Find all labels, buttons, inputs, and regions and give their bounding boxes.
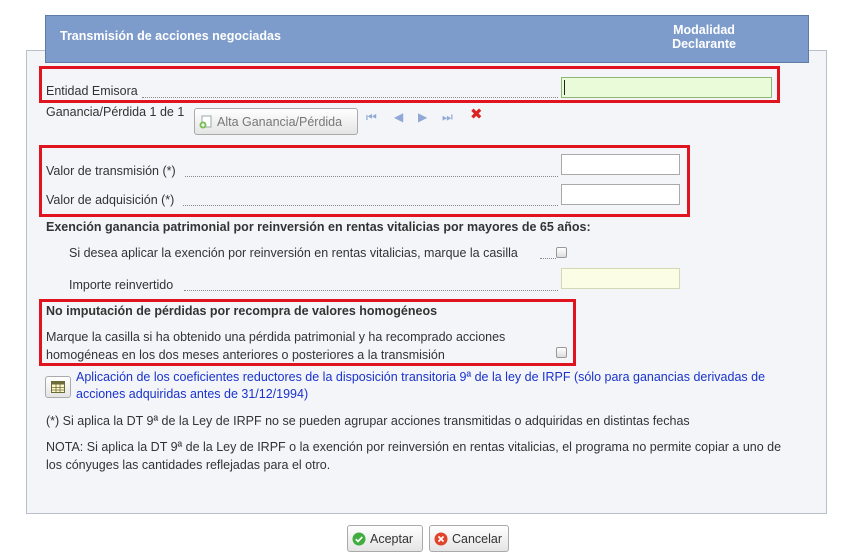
check-icon xyxy=(352,532,366,546)
exencion-checkbox[interactable] xyxy=(556,247,567,258)
coeficientes-link-2[interactable]: acciones adquiridas antes de 31/12/1994) xyxy=(76,386,308,403)
section-title: Transmisión de acciones negociadas xyxy=(60,29,281,43)
section-header: Transmisión de acciones negociadas Modal… xyxy=(45,15,809,63)
header-modalidad: Modalidad xyxy=(673,23,735,37)
dotted-leader xyxy=(183,205,558,206)
previous-record-icon[interactable]: ◀ xyxy=(394,111,403,123)
nota-line-1: NOTA: Si aplica la DT 9ª de la Ley de IR… xyxy=(46,440,782,454)
entidad-emisora-input[interactable] xyxy=(561,77,772,98)
coeficientes-button[interactable] xyxy=(45,376,71,398)
nota-line-2: los cónyuges las cantidades reflejadas p… xyxy=(46,458,331,472)
valor-adquisicion-input[interactable] xyxy=(561,184,680,205)
importe-reinvertido-label: Importe reinvertido xyxy=(69,278,174,292)
entidad-emisora-label: Entidad Emisora xyxy=(46,84,138,98)
dotted-leader xyxy=(142,97,558,98)
cancel-icon xyxy=(434,532,448,546)
dotted-leader xyxy=(184,290,558,291)
exencion-heading: Exención ganancia patrimonial por reinve… xyxy=(46,220,591,234)
valor-adquisicion-label: Valor de adquisición (*) xyxy=(46,193,175,207)
alta-ganancia-button[interactable]: Alta Ganancia/Pérdida xyxy=(194,108,358,135)
alta-ganancia-label: Alta Ganancia/Pérdida xyxy=(217,114,343,129)
no-imputacion-heading: No imputación de pérdidas por recompra d… xyxy=(46,304,438,318)
aceptar-label: Aceptar xyxy=(370,531,414,546)
valor-transmision-input[interactable] xyxy=(561,154,680,175)
table-icon xyxy=(51,381,65,393)
dotted-leader xyxy=(185,176,558,177)
text-cursor xyxy=(564,80,565,95)
next-record-icon[interactable]: ▶ xyxy=(418,111,427,123)
no-imputacion-checkbox[interactable] xyxy=(556,347,567,358)
last-record-icon[interactable]: ⏭ xyxy=(442,111,453,123)
coeficientes-link-1[interactable]: Aplicación de los coeficientes reductore… xyxy=(76,369,765,386)
cancelar-button[interactable]: Cancelar xyxy=(429,525,509,552)
delete-record-icon[interactable]: ✖ xyxy=(470,107,483,122)
first-record-icon[interactable]: ⏮ xyxy=(366,111,377,123)
header-right: Modalidad Declarante xyxy=(672,23,736,51)
dotted-leader xyxy=(540,258,556,259)
ganancia-counter: Ganancia/Pérdida 1 de 1 xyxy=(46,105,185,119)
note-dt9: (*) Si aplica la DT 9ª de la Ley de IRPF… xyxy=(46,414,690,428)
no-imputacion-text-1: Marque la casilla si ha obtenido una pér… xyxy=(46,330,506,344)
add-document-icon xyxy=(199,115,213,129)
cancelar-label: Cancelar xyxy=(452,531,503,546)
exencion-checkbox-label: Si desea aplicar la exención por reinver… xyxy=(69,246,518,260)
aceptar-button[interactable]: Aceptar xyxy=(347,525,423,552)
importe-reinvertido-input[interactable] xyxy=(561,268,680,289)
valor-transmision-label: Valor de transmisión (*) xyxy=(46,164,176,178)
header-declarante: Declarante xyxy=(672,37,736,51)
no-imputacion-text-2: homogéneas en los dos meses anteriores o… xyxy=(46,348,445,362)
